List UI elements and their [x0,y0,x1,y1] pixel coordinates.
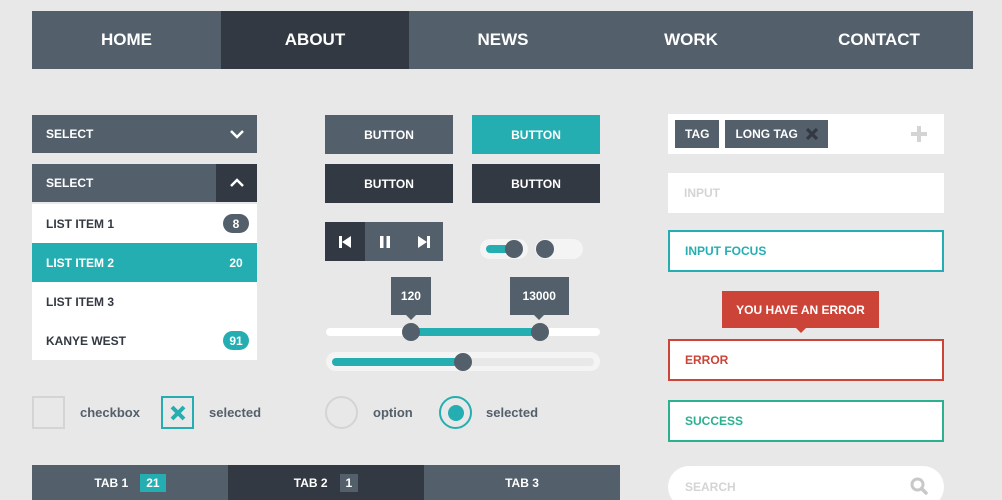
tab-label: TAB 3 [505,475,539,490]
button-accent[interactable]: BUTTON [472,115,600,154]
range-knob-high[interactable] [530,323,549,341]
select-label: SELECT [46,127,94,141]
radio-label: selected [486,405,539,420]
radio-dot [447,404,464,421]
main-nav: HOME ABOUT NEWS WORK CONTACT [32,11,973,69]
checkbox-checked[interactable] [161,396,194,429]
tab-label: TAB 1 [94,475,129,490]
list-item-label: KANYE WEST [46,333,127,348]
button-dark[interactable]: BUTTON [325,164,453,203]
progress-fill [332,358,463,366]
select-dropdown-closed[interactable]: SELECT [32,115,257,153]
skip-forward-icon[interactable] [405,222,443,261]
tag[interactable]: TAG [675,120,720,148]
range-high-tooltip: 13000 [509,277,569,320]
chevron-down-icon[interactable] [216,115,257,153]
tab-count-badge: 21 [140,473,166,492]
range-slider-track[interactable] [326,323,600,341]
error-tooltip: YOU HAVE AN ERROR [722,291,879,333]
count-badge: 91 [223,331,249,350]
list-item[interactable]: LIST ITEM 1 8 [32,204,257,243]
search-input[interactable]: SEARCH [668,466,944,500]
tab-label: TAB 2 [293,475,328,490]
select-label: SELECT [46,176,94,190]
nav-item-about[interactable]: ABOUT [221,11,409,69]
close-icon[interactable] [805,128,818,140]
radio-label: option [373,405,413,420]
tab-1[interactable]: TAB 1 21 [32,465,228,500]
text-input-error[interactable]: ERROR [668,339,944,381]
count-badge: 8 [223,214,249,233]
nav-item-work[interactable]: WORK [597,11,785,69]
plus-icon[interactable] [910,125,928,143]
toggle-off[interactable] [535,239,583,259]
button-default[interactable]: BUTTON [325,115,453,154]
chevron-up-icon[interactable] [216,164,257,202]
list-item[interactable]: LIST ITEM 2 20 [32,243,257,282]
tab-3[interactable]: TAB 3 [424,465,620,500]
toggle-knob[interactable] [505,240,523,258]
list-item[interactable]: LIST ITEM 3 [32,282,257,321]
range-low-tooltip: 120 [390,277,431,320]
range-knob-low[interactable] [401,323,420,341]
checkbox-label: checkbox [80,405,140,420]
pause-icon[interactable] [365,222,405,261]
list-item[interactable]: KANYE WEST 91 [32,321,257,360]
radio-selected[interactable] [439,396,472,429]
button-dark-2[interactable]: BUTTON [472,164,600,203]
count-badge: 20 [229,255,243,270]
range-slider-fill [410,328,540,336]
nav-item-home[interactable]: HOME [32,11,221,69]
search-icon[interactable] [910,477,928,495]
tag-label: LONG TAG [735,127,798,141]
search-placeholder: SEARCH [685,480,736,494]
list-item-label: LIST ITEM 2 [46,255,115,270]
skip-back-icon[interactable] [325,222,365,261]
check-x-icon [170,405,185,420]
media-controls [325,222,443,261]
text-input-success[interactable]: SUCCESS [668,400,944,442]
nav-item-contact[interactable]: CONTACT [785,11,973,69]
radio-unselected[interactable] [325,396,358,429]
progress-track [332,353,594,371]
select-dropdown-open[interactable]: SELECT [32,164,257,202]
progress-slider[interactable] [326,352,600,371]
nav-item-news[interactable]: NEWS [409,11,597,69]
text-input-focus[interactable]: INPUT FOCUS [668,230,944,272]
tag-label: TAG [685,127,710,141]
list-item-label: LIST ITEM 1 [46,216,115,231]
checkbox-unchecked[interactable] [32,396,65,429]
progress-knob[interactable] [454,353,472,371]
tag[interactable]: LONG TAG [725,120,828,148]
tab-2[interactable]: TAB 2 1 [228,465,424,500]
tab-bar: TAB 1 21 TAB 2 1 TAB 3 [32,465,620,500]
checkbox-label: selected [209,405,262,420]
tag-input[interactable]: TAG LONG TAG [668,114,944,154]
dropdown-list: LIST ITEM 1 8 LIST ITEM 2 20 LIST ITEM 3… [32,204,257,360]
toggle-knob[interactable] [536,240,554,258]
tab-count-badge: 1 [339,473,359,492]
text-input[interactable]: INPUT [668,173,944,213]
list-item-label: LIST ITEM 3 [46,294,115,309]
toggle-on[interactable] [480,239,528,259]
